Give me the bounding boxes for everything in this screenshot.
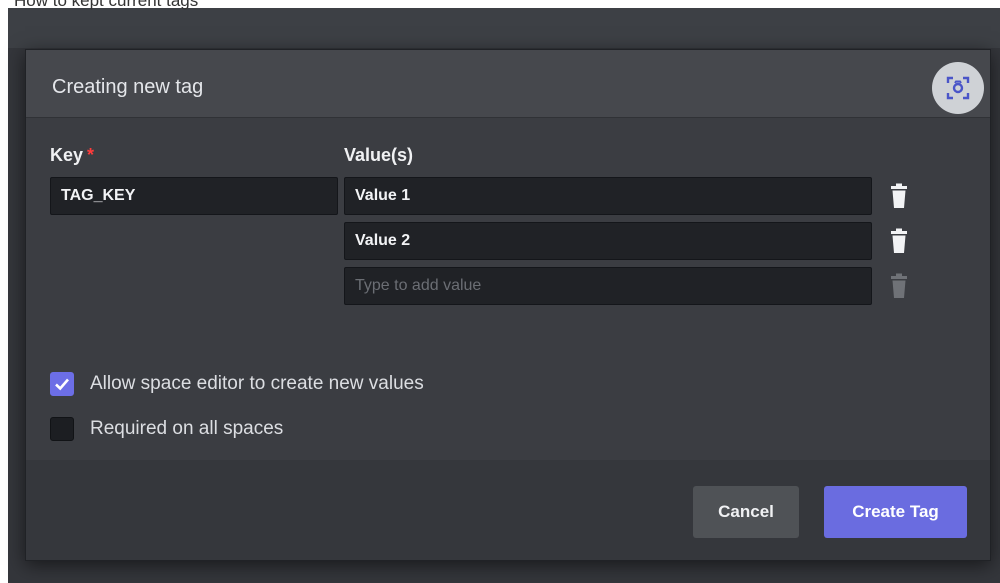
values-label: Value(s) <box>344 145 414 165</box>
create-tag-button[interactable]: Create Tag <box>824 486 967 538</box>
dialog-footer: Cancel Create Tag <box>26 460 990 560</box>
new-value-input[interactable]: Type to add value <box>344 267 872 305</box>
new-value-placeholder: Type to add value <box>355 277 482 294</box>
key-label-text: Key <box>50 145 84 165</box>
value-input-1[interactable]: Value 1 <box>344 177 872 215</box>
cancel-button[interactable]: Cancel <box>693 486 799 538</box>
trash-icon-disabled <box>891 273 907 298</box>
trash-icon[interactable] <box>890 183 908 209</box>
screen: How to kept current tags Creating new ta… <box>0 0 1000 583</box>
value-input-2-text: Value 2 <box>355 232 411 249</box>
allow-new-values-option[interactable]: Allow space editor to create new values <box>50 372 424 396</box>
check-icon <box>55 378 69 391</box>
dialog-title: Creating new tag <box>52 76 204 98</box>
key-label: Key * <box>50 145 94 166</box>
required-on-all-spaces-option[interactable]: Required on all spaces <box>50 417 283 441</box>
key-input-value: TAG_KEY <box>61 187 136 204</box>
required-on-all-spaces-checkbox[interactable] <box>50 417 74 441</box>
allow-new-values-label: Allow space editor to create new values <box>90 373 424 394</box>
required-marker: * <box>87 145 95 165</box>
app-toolbar-band <box>8 8 1000 48</box>
required-on-all-spaces-label: Required on all spaces <box>90 418 284 439</box>
trash-icon[interactable] <box>890 228 908 254</box>
value-input-1-text: Value 1 <box>355 187 411 204</box>
dialog-header: Creating new tag <box>26 50 990 118</box>
allow-new-values-checkbox[interactable] <box>50 372 74 396</box>
create-tag-dialog: Creating new tag Key * TAG_KEY Value(s) V… <box>25 49 991 561</box>
page-caption: How to kept current tags <box>14 0 199 10</box>
screenshot-capture-button[interactable] <box>932 62 984 114</box>
dialog-body: Key * TAG_KEY Value(s) Value 1 Value 2 T… <box>26 119 990 460</box>
screenshot-capture-icon <box>946 76 970 100</box>
key-input[interactable]: TAG_KEY <box>50 177 338 215</box>
value-input-2[interactable]: Value 2 <box>344 222 872 260</box>
